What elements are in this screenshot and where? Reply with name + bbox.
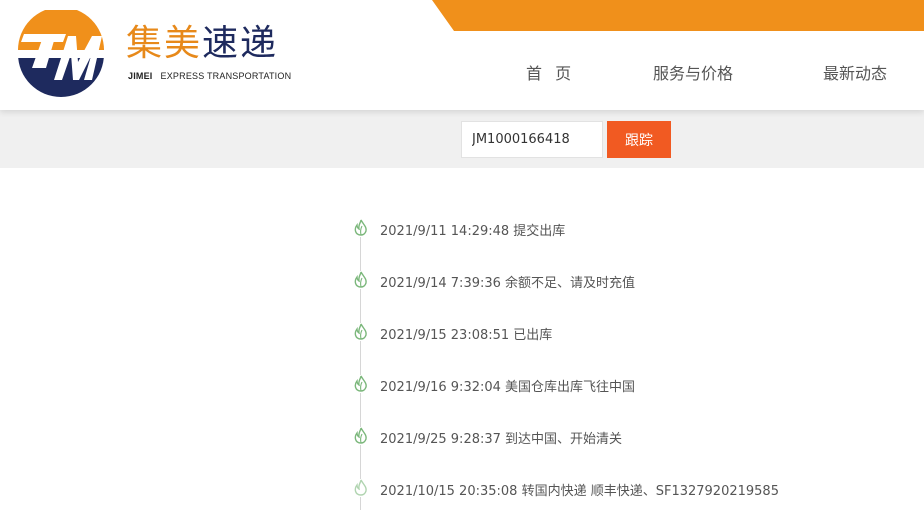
- nav-latest-news[interactable]: 最新动态: [823, 60, 887, 84]
- leaf-icon: [352, 479, 370, 497]
- leaf-icon: [352, 219, 370, 237]
- timeline-event-text: 2021/9/11 14:29:48 提交出库: [380, 224, 566, 239]
- timeline-event-text: 2021/9/16 9:32:04 美国仓库出库飞往中国: [380, 380, 636, 395]
- timeline-event-text: 2021/9/15 23:08:51 已出库: [380, 328, 553, 343]
- brand-name-cn: 集美速递: [126, 23, 279, 64]
- site-header: 集美速递 JIMEI EXPRESS TRANSPORTATION 首 页 服务与…: [0, 0, 924, 110]
- brand-name-en: JIMEI EXPRESS TRANSPORTATION: [128, 71, 292, 81]
- nav-service-price[interactable]: 服务与价格: [653, 60, 733, 84]
- timeline-event-text: 2021/10/15 20:35:08 转国内快递 顺丰快递、SF1327920…: [380, 484, 779, 499]
- leaf-icon: [352, 375, 370, 393]
- track-button[interactable]: 跟踪: [607, 121, 671, 158]
- leaf-icon: [352, 271, 370, 289]
- timeline-event-text: 2021/9/14 7:39:36 余额不足、请及时充值: [380, 276, 636, 291]
- nav-home[interactable]: 首 页: [526, 60, 575, 84]
- tracking-timeline: 2021/9/11 14:29:48 提交出库 2021/9/14 7:39:3…: [0, 168, 924, 519]
- tm-logo-icon[interactable]: [16, 7, 106, 98]
- tracking-search-bar: 跟踪: [0, 110, 924, 168]
- leaf-icon: [352, 427, 370, 445]
- leaf-icon: [352, 323, 370, 341]
- timeline-event-text: 2021/9/25 9:28:37 到达中国、开始清关: [380, 432, 623, 447]
- tracking-number-input[interactable]: [461, 121, 603, 158]
- header-orange-banner: [432, 0, 924, 31]
